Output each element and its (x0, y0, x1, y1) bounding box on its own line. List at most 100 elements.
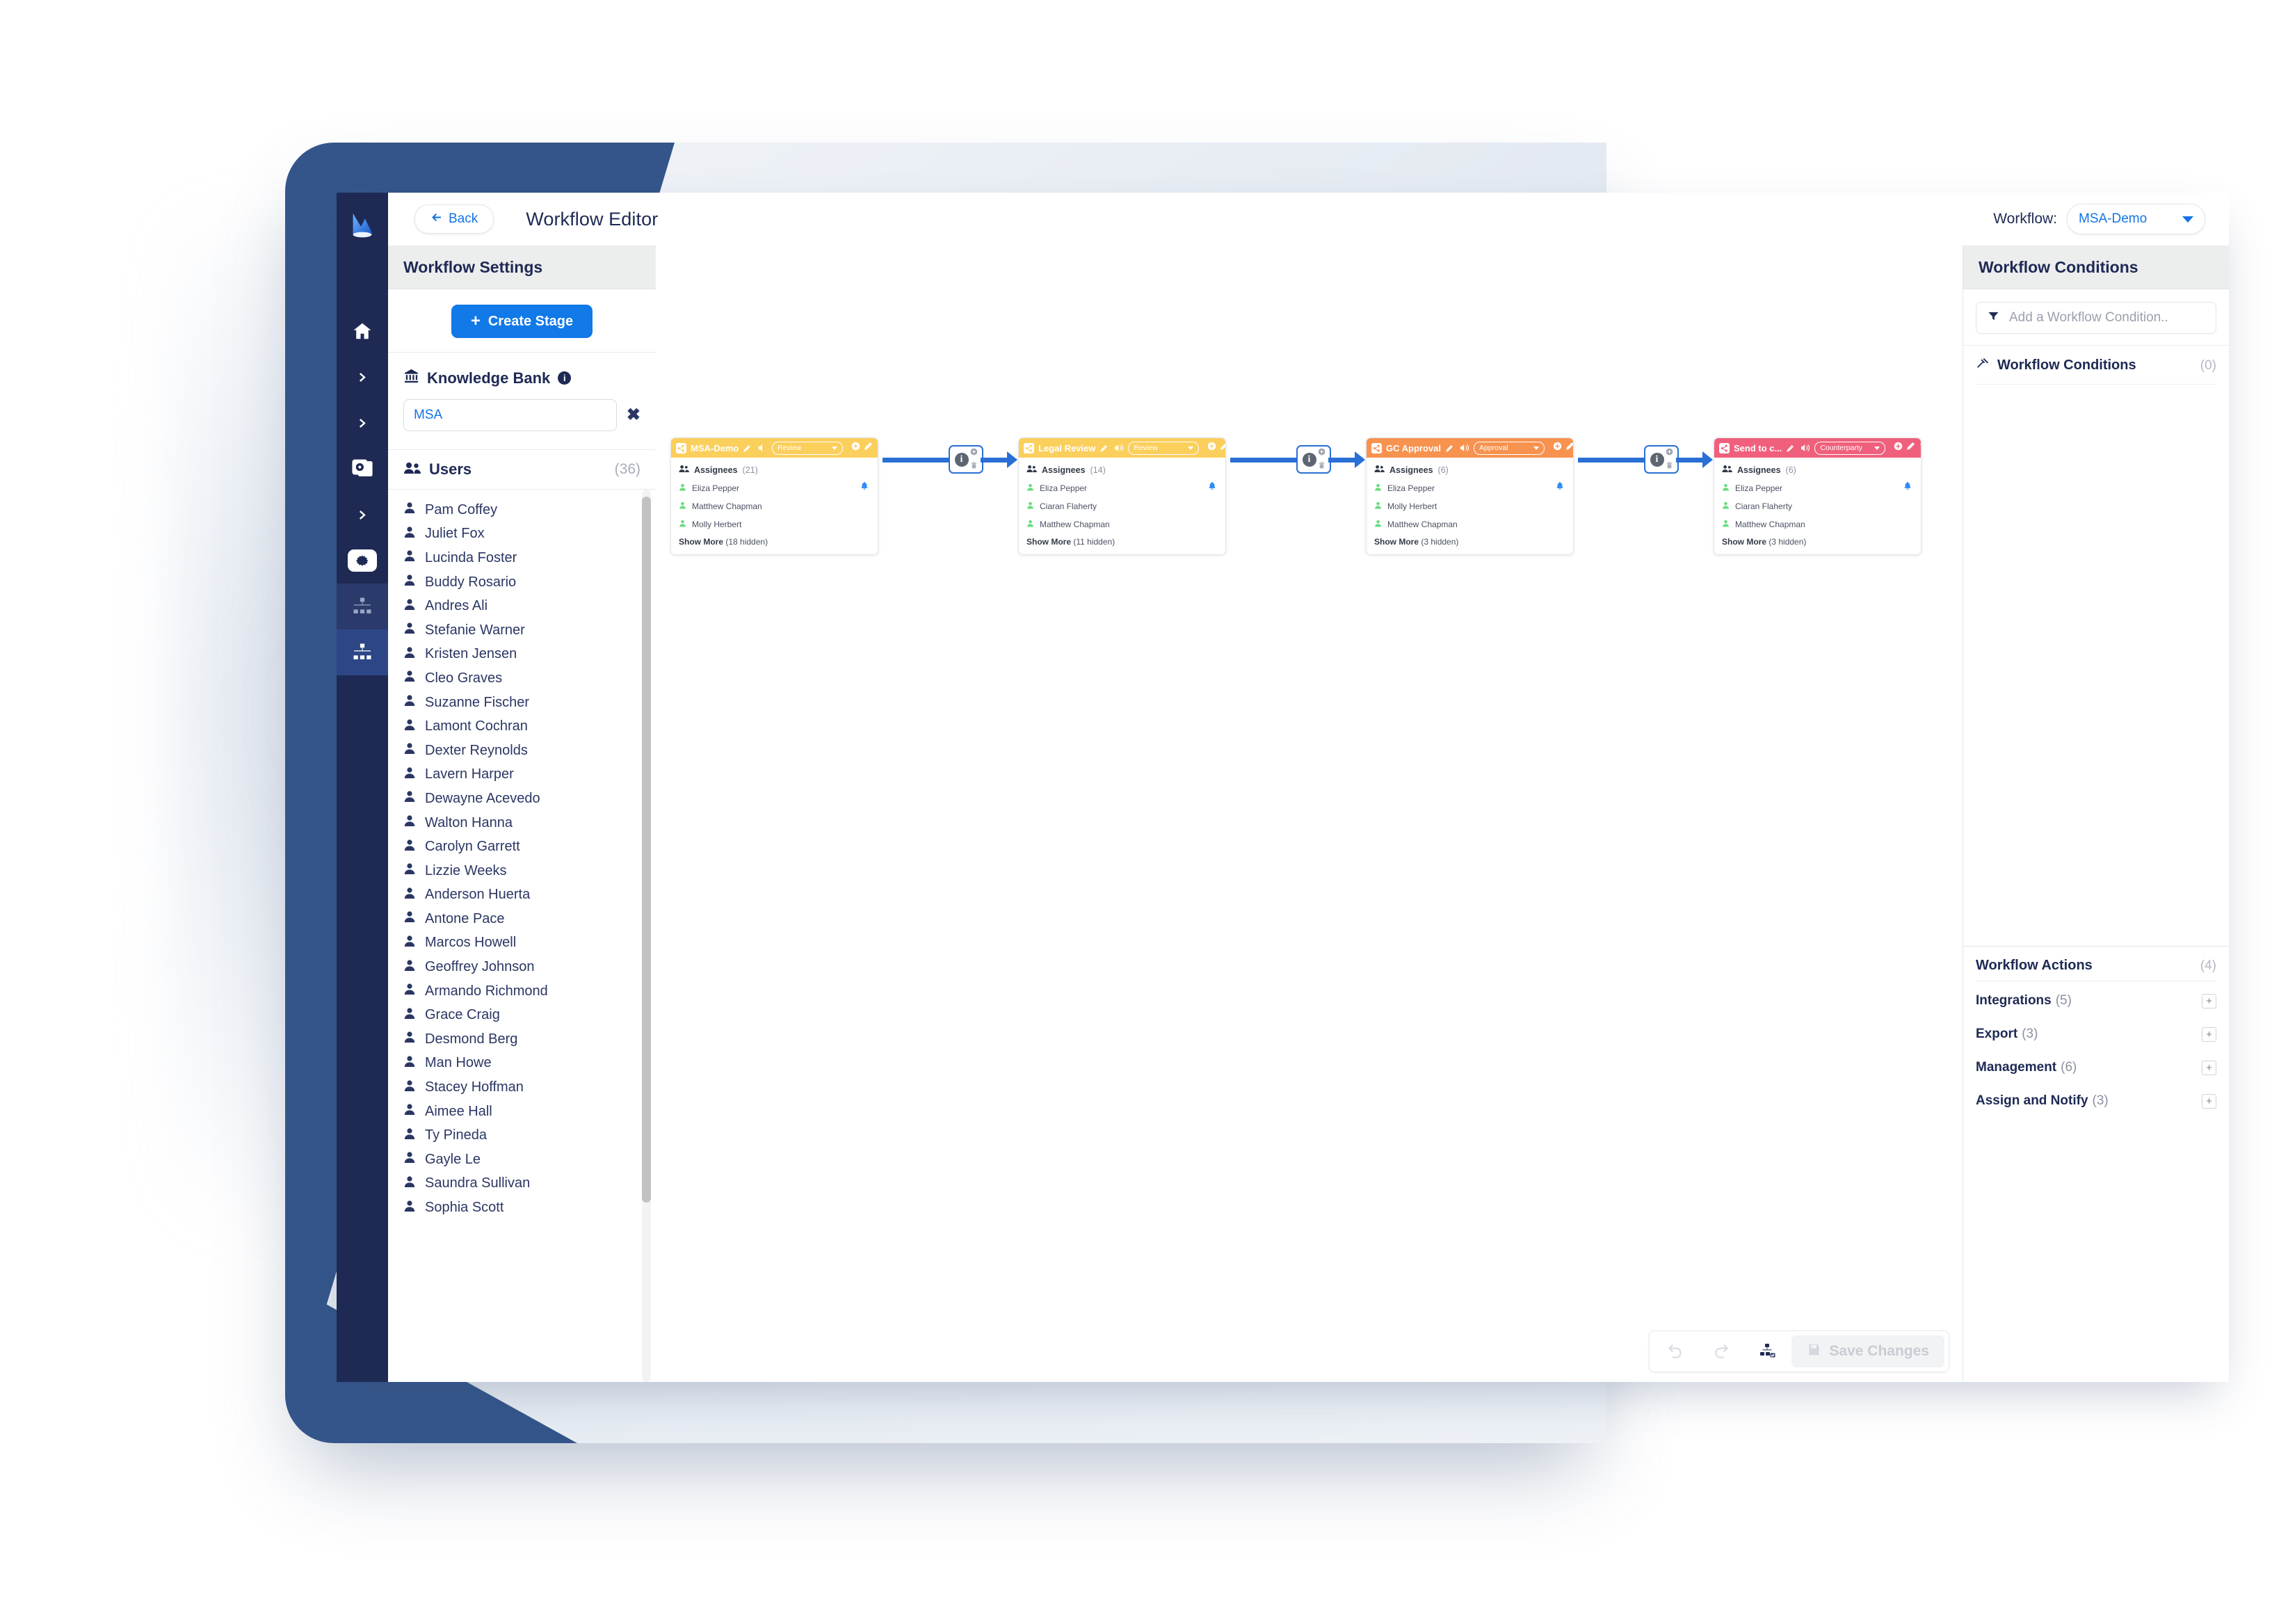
info-icon[interactable]: i (558, 371, 572, 385)
add-stage-item-icon[interactable] (1894, 442, 1903, 454)
user-list-item[interactable]: Aimee Hall (388, 1100, 656, 1124)
rename-stage-icon[interactable] (1786, 444, 1794, 452)
user-list-item[interactable]: Kristen Jensen (388, 643, 656, 667)
user-list-item[interactable]: Armando Richmond (388, 979, 656, 1004)
user-list-item[interactable]: Saundra Sullivan (388, 1172, 656, 1196)
user-list-item[interactable]: Marcos Howell (388, 931, 656, 956)
notify-bell-icon[interactable] (860, 481, 869, 494)
add-workflow-condition-input[interactable]: Add a Workflow Condition.. (1976, 302, 2216, 334)
user-list-item[interactable]: Lavern Harper (388, 763, 656, 787)
stage-assignee[interactable]: Eliza Pepper (1374, 481, 1565, 495)
stage-type-dropdown[interactable]: Approval (1473, 441, 1545, 455)
expand-icon[interactable]: + (2202, 1060, 2216, 1075)
nav-chevron-right-icon-3[interactable] (337, 492, 388, 538)
delete-connector-icon[interactable] (1318, 460, 1326, 472)
user-list-item[interactable]: Stacey Hoffman (388, 1075, 656, 1100)
workflow-stage-card[interactable]: Legal Review Review Assignees (14) Eliza Pep… (1018, 437, 1226, 555)
user-list-item[interactable]: Suzanne Fischer (388, 691, 656, 715)
user-list-item[interactable]: Pam Coffey (388, 498, 656, 522)
nav-settings-icon[interactable] (337, 538, 388, 584)
rename-stage-icon[interactable] (1445, 444, 1453, 452)
user-list-item[interactable]: Grace Craig (388, 1003, 656, 1027)
back-button[interactable]: Back (414, 204, 494, 234)
redo-icon[interactable] (1700, 1335, 1743, 1367)
workflow-action-row[interactable]: Export (3) + (1963, 1018, 2229, 1051)
connector-info-icon[interactable]: i (1650, 452, 1664, 467)
edit-stage-icon[interactable] (1906, 442, 1915, 454)
show-more-assignees[interactable]: Show More (11 hidden) (1026, 537, 1218, 547)
add-stage-item-icon[interactable] (1207, 442, 1216, 454)
user-list-item[interactable]: Lamont Cochran (388, 714, 656, 739)
nav-home-icon[interactable] (337, 308, 388, 354)
stage-assignee[interactable]: Eliza Pepper (679, 481, 870, 495)
user-list-item[interactable]: Dexter Reynolds (388, 739, 656, 763)
user-list-item[interactable]: Carolyn Garrett (388, 835, 656, 859)
stage-assignee[interactable]: Matthew Chapman (1722, 518, 1913, 531)
user-list-item[interactable]: Desmond Berg (388, 1027, 656, 1052)
workflow-canvas[interactable]: MSA-Demo Review Assignees (21) Eliza Pepper M… (656, 246, 1963, 1382)
connector-node[interactable]: i (1296, 445, 1331, 474)
user-list-item[interactable]: Buddy Rosario (388, 570, 656, 595)
user-list-item[interactable]: Dewayne Acevedo (388, 787, 656, 811)
share-stage-icon[interactable] (1371, 442, 1382, 453)
user-list-item[interactable]: Stefanie Warner (388, 618, 656, 643)
stage-assignee[interactable]: Eliza Pepper (1026, 481, 1218, 495)
workflow-selector[interactable]: MSA-Demo (2067, 204, 2205, 234)
connector-node[interactable]: i (1644, 445, 1679, 474)
user-list-item[interactable]: Geoffrey Johnson (388, 955, 656, 979)
connector-info-icon[interactable]: i (1302, 452, 1316, 467)
workflow-action-row[interactable]: Assign and Notify (3) + (1963, 1084, 2229, 1118)
user-list-item[interactable]: Gayle Le (388, 1148, 656, 1172)
stage-assignee[interactable]: Ciaran Flaherty (1026, 500, 1218, 513)
user-list-item[interactable]: Andres Ali (388, 594, 656, 618)
nav-workflow-editor-icon[interactable] (337, 629, 388, 675)
undo-icon[interactable] (1654, 1335, 1697, 1367)
knowledge-bank-input[interactable] (403, 399, 617, 431)
workflow-action-row[interactable]: Management (6) + (1963, 1051, 2229, 1084)
edit-stage-icon[interactable] (864, 442, 873, 454)
add-stage-item-icon[interactable] (851, 442, 860, 454)
stage-assignee[interactable]: Matthew Chapman (679, 500, 870, 513)
notify-bell-icon[interactable] (1903, 481, 1912, 494)
delete-connector-icon[interactable] (1666, 460, 1673, 472)
auto-layout-icon[interactable] (1746, 1335, 1789, 1367)
stage-type-dropdown[interactable]: Counterparty (1814, 441, 1886, 455)
stage-notification-icon[interactable] (1800, 443, 1810, 453)
stage-notification-icon[interactable] (1114, 443, 1124, 453)
stage-assignee[interactable]: Molly Herbert (1374, 500, 1565, 513)
notify-bell-icon[interactable] (1556, 481, 1564, 494)
add-condition-icon[interactable] (1666, 447, 1673, 459)
connector-node[interactable]: i (949, 445, 983, 474)
rename-stage-icon[interactable] (1099, 444, 1108, 452)
stage-notification-icon[interactable] (757, 443, 767, 453)
nav-chevron-right-icon-2[interactable] (337, 400, 388, 446)
notify-bell-icon[interactable] (1208, 481, 1216, 494)
add-stage-item-icon[interactable] (1553, 442, 1562, 454)
add-condition-icon[interactable] (1318, 447, 1326, 459)
workflow-stage-card[interactable]: MSA-Demo Review Assignees (21) Eliza Pepper M… (670, 437, 878, 555)
workflow-stage-card[interactable]: GC Approval Approval Assignees (6) Eliza Pep… (1366, 437, 1574, 555)
stage-assignee[interactable]: Matthew Chapman (1374, 518, 1565, 531)
user-list-item[interactable]: Lizzie Weeks (388, 859, 656, 883)
expand-icon[interactable]: + (2202, 993, 2216, 1008)
show-more-assignees[interactable]: Show More (18 hidden) (679, 537, 870, 547)
stage-type-dropdown[interactable]: Review (1128, 441, 1200, 455)
create-stage-button[interactable]: + Create Stage (451, 305, 593, 338)
share-stage-icon[interactable] (676, 442, 686, 453)
user-list-item[interactable]: Lucinda Foster (388, 546, 656, 570)
users-list-scrollbar-thumb[interactable] (642, 497, 651, 1203)
connector-info-icon[interactable]: i (954, 452, 969, 467)
edit-stage-icon[interactable] (1220, 442, 1225, 454)
add-condition-icon[interactable] (970, 447, 978, 459)
stage-assignee[interactable]: Matthew Chapman (1026, 518, 1218, 531)
user-list-item[interactable]: Juliet Fox (388, 522, 656, 547)
user-list-item[interactable]: Man Howe (388, 1052, 656, 1076)
stage-notification-icon[interactable] (1460, 443, 1469, 453)
delete-stage-icon[interactable] (1919, 442, 1921, 454)
show-more-assignees[interactable]: Show More (3 hidden) (1374, 537, 1565, 547)
nav-document-settings-icon[interactable] (337, 446, 388, 492)
stage-assignee[interactable]: Ciaran Flaherty (1722, 500, 1913, 513)
delete-connector-icon[interactable] (970, 460, 978, 472)
user-list-item[interactable]: Antone Pace (388, 907, 656, 931)
nav-chevron-right-icon-1[interactable] (337, 354, 388, 400)
